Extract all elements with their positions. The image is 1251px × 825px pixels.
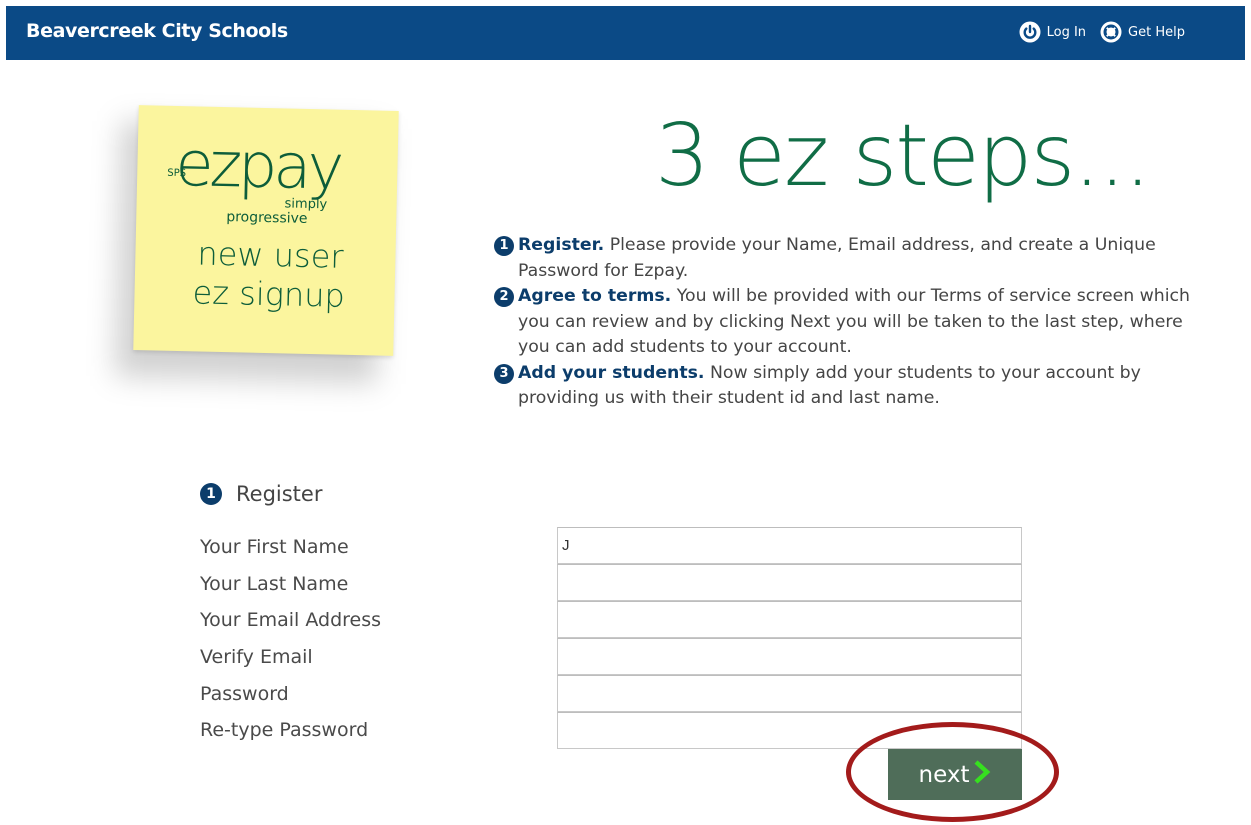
retype-password-label: Re-type Password bbox=[200, 719, 369, 742]
power-icon bbox=[1019, 21, 1041, 43]
lifebuoy-icon bbox=[1100, 21, 1122, 43]
progressive-text: progressive bbox=[226, 209, 308, 227]
next-button-label: next bbox=[918, 761, 970, 788]
step-number-badge: 1 bbox=[494, 236, 514, 256]
register-number-badge: 1 bbox=[200, 483, 222, 505]
first-name-label: Your First Name bbox=[200, 536, 349, 558]
retype-password-input[interactable] bbox=[557, 712, 1022, 749]
ezpay-logo: ezpay bbox=[174, 126, 342, 204]
step-text: Please provide your Name, Email address,… bbox=[518, 235, 1156, 281]
sticky-note: SPS ezpay simply progressive new user ez… bbox=[133, 105, 399, 356]
email-input[interactable] bbox=[557, 601, 1022, 638]
three-ez-steps-heading: 3 ez steps... bbox=[655, 106, 1151, 206]
step-number-badge: 3 bbox=[494, 363, 514, 384]
email-label: Your Email Address bbox=[200, 609, 382, 632]
get-help-label: Get Help bbox=[1128, 24, 1185, 40]
step-title: Register. bbox=[518, 235, 605, 255]
verify-email-label: Verify Email bbox=[200, 646, 313, 669]
top-nav-links: Log In Get Help bbox=[1019, 21, 1185, 43]
top-navigation-bar: Beavercreek City Schools Log In Get Help bbox=[6, 6, 1245, 60]
next-button[interactable]: next bbox=[888, 749, 1022, 800]
chevron-right-icon bbox=[973, 759, 991, 790]
register-section-heading: 1 Register bbox=[200, 482, 322, 506]
password-label: Password bbox=[200, 682, 289, 705]
step-title: Add your students. bbox=[518, 362, 705, 383]
step-add-students: 3 Add your students. Now simply add your… bbox=[494, 361, 1194, 412]
last-name-input[interactable] bbox=[557, 564, 1022, 601]
login-label: Log In bbox=[1046, 24, 1087, 40]
last-name-label: Your Last Name bbox=[200, 572, 349, 595]
form-inputs bbox=[557, 527, 1022, 749]
step-title: Agree to terms. bbox=[518, 286, 672, 306]
step-register: 1 Register. Please provide your Name, Em… bbox=[494, 233, 1194, 284]
steps-list: 1 Register. Please provide your Name, Em… bbox=[494, 233, 1194, 412]
get-help-link[interactable]: Get Help bbox=[1100, 21, 1185, 43]
first-name-input[interactable] bbox=[557, 527, 1022, 564]
ez-signup-text: ez signup bbox=[192, 273, 346, 315]
new-user-text: new user bbox=[197, 234, 344, 276]
password-input[interactable] bbox=[557, 675, 1022, 712]
step-agree-terms: 2 Agree to terms. You will be provided w… bbox=[494, 284, 1194, 361]
step-number-badge: 2 bbox=[494, 287, 514, 307]
form-labels: Your First Name Your Last Name Your Emai… bbox=[200, 532, 381, 752]
login-link[interactable]: Log In bbox=[1019, 21, 1086, 43]
verify-email-input[interactable] bbox=[557, 638, 1022, 675]
brand-title: Beavercreek City Schools bbox=[26, 20, 288, 42]
register-heading-text: Register bbox=[236, 482, 323, 506]
